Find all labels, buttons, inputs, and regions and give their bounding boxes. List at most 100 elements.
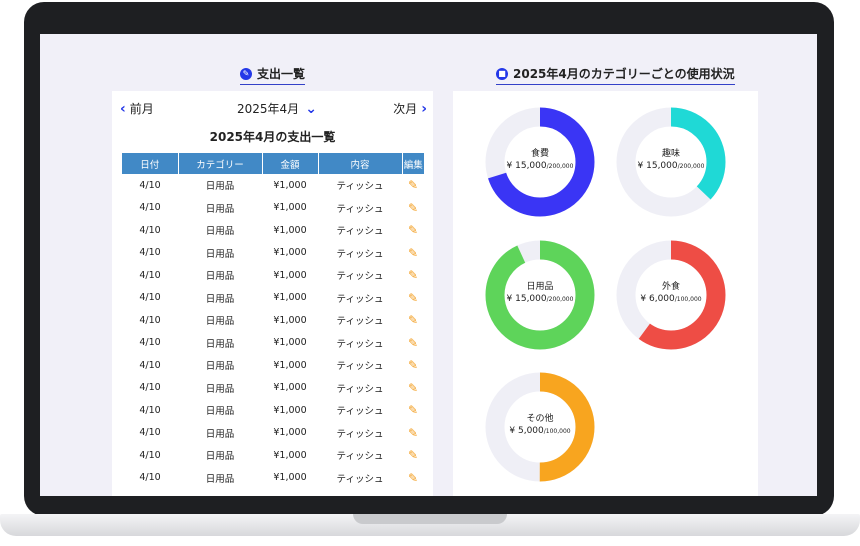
edit-button[interactable]: ✎	[402, 242, 424, 265]
pencil-icon: ✎	[407, 335, 419, 350]
expense-list-panel: ‹ 前月 2025年4月 ⌄ 次月 › 2025年4月の支出一覧 日付 カテゴリー…	[112, 91, 433, 496]
amount-cell: ¥1,000	[273, 292, 307, 304]
description-cell: ティッシュ	[336, 406, 384, 418]
expense-table-body: 4/10 日用品 ¥1,000 ティッシュ ✎ 4/10 日用品 ¥1,000 ティッシュ ✎ 4/…	[122, 174, 424, 489]
edit-button[interactable]: ✎	[402, 399, 424, 422]
pencil-icon: ✎	[407, 223, 419, 238]
category-donut: その他 ¥ 5,000/100,000	[484, 371, 596, 483]
amount-cell: ¥1,000	[273, 472, 307, 484]
pencil-icon: ✎	[407, 178, 419, 193]
budget-amount: /100,000	[674, 296, 702, 303]
description-cell: ティッシュ	[336, 271, 384, 283]
chevron-left-icon: ‹	[120, 100, 126, 117]
spent-amount: ¥ 15,000	[637, 161, 678, 171]
table-row: 4/10 日用品 ¥1,000 ティッシュ ✎	[122, 174, 424, 197]
category-usage-panel: 食費 ¥ 15,000/200,000 趣味 ¥ 15,000/200,000 日用品 ¥…	[453, 91, 758, 496]
spent-amount: ¥ 15,000	[506, 294, 547, 304]
edit-button[interactable]: ✎	[402, 219, 424, 242]
description-cell: ティッシュ	[336, 451, 384, 463]
prev-month-button[interactable]: ‹ 前月	[120, 100, 154, 117]
table-header-cell: 内容	[318, 153, 403, 174]
table-header-cell: 日付	[122, 153, 179, 174]
table-row: 4/10 日用品 ¥1,000 ティッシュ ✎	[122, 467, 424, 490]
amount-cell: ¥1,000	[273, 449, 307, 461]
month-selector[interactable]: 2025年4月 ⌄	[237, 100, 317, 117]
edit-button[interactable]: ✎	[402, 422, 424, 445]
edit-button[interactable]: ✎	[402, 377, 424, 400]
category-cell: 日用品	[205, 406, 235, 418]
pencil-icon: ✎	[407, 290, 419, 305]
category-cell: 日用品	[205, 316, 235, 328]
category-name: 外食	[661, 282, 680, 292]
category-amount: ¥ 15,000/200,000	[615, 161, 727, 171]
table-row: 4/10 日用品 ¥1,000 ティッシュ ✎	[122, 287, 424, 310]
spent-amount: ¥ 6,000	[640, 294, 675, 304]
category-cell: 日用品	[205, 203, 235, 215]
pencil-icon: ✎	[407, 268, 419, 283]
category-cell: 日用品	[205, 338, 235, 350]
amount-cell: ¥1,000	[273, 404, 307, 416]
category-cell: 日用品	[205, 226, 235, 238]
edit-button[interactable]: ✎	[402, 174, 424, 197]
description-cell: ティッシュ	[336, 316, 384, 328]
category-name: 食費	[530, 149, 549, 159]
category-name: 日用品	[526, 282, 554, 292]
category-usage-title-text: 2025年4月のカテゴリーごとの使用状況	[513, 67, 735, 81]
date-cell: 4/10	[139, 314, 161, 326]
category-cell: 日用品	[205, 248, 235, 260]
pencil-icon: ✎	[407, 403, 419, 418]
prev-month-label: 前月	[129, 102, 154, 116]
edit-button[interactable]: ✎	[402, 264, 424, 287]
pencil-icon: ✎	[407, 313, 419, 328]
table-row: 4/10 日用品 ¥1,000 ティッシュ ✎	[122, 264, 424, 287]
category-amount: ¥ 6,000/100,000	[615, 294, 727, 304]
date-cell: 4/10	[139, 382, 161, 394]
edit-button[interactable]: ✎	[402, 197, 424, 220]
amount-cell: ¥1,000	[273, 179, 307, 191]
edit-button[interactable]: ✎	[402, 287, 424, 310]
date-cell: 4/10	[139, 247, 161, 259]
amount-cell: ¥1,000	[273, 247, 307, 259]
category-cell: 日用品	[205, 451, 235, 463]
category-donut: 食費 ¥ 15,000/200,000	[484, 106, 596, 218]
edit-button[interactable]: ✎	[402, 467, 424, 490]
spent-amount: ¥ 5,000	[509, 426, 544, 436]
edit-button[interactable]: ✎	[402, 354, 424, 377]
table-header-cell: 編集	[402, 153, 424, 174]
table-row: 4/10 日用品 ¥1,000 ティッシュ ✎	[122, 399, 424, 422]
amount-cell: ¥1,000	[273, 337, 307, 349]
budget-amount: /200,000	[546, 296, 574, 303]
edit-button[interactable]: ✎	[402, 444, 424, 467]
table-row: 4/10 日用品 ¥1,000 ティッシュ ✎	[122, 444, 424, 467]
table-header-cell: カテゴリー	[178, 153, 263, 174]
category-cell: 日用品	[205, 428, 235, 440]
amount-cell: ¥1,000	[273, 314, 307, 326]
date-cell: 4/10	[139, 337, 161, 349]
next-month-label: 次月	[393, 102, 418, 116]
table-header-row: 日付 カテゴリー 金額 内容 編集	[122, 153, 424, 174]
description-cell: ティッシュ	[336, 203, 384, 215]
date-cell: 4/10	[139, 472, 161, 484]
edit-button[interactable]: ✎	[402, 309, 424, 332]
table-row: 4/10 日用品 ¥1,000 ティッシュ ✎	[122, 219, 424, 242]
table-row: 4/10 日用品 ¥1,000 ティッシュ ✎	[122, 354, 424, 377]
category-amount: ¥ 5,000/100,000	[484, 426, 596, 436]
description-cell: ティッシュ	[336, 181, 384, 193]
description-cell: ティッシュ	[336, 293, 384, 305]
expense-list-title-text: 支出一覧	[257, 67, 306, 81]
app-screen: ✎ 支出一覧 ■ 2025年4月のカテゴリーごとの使用状況 ‹ 前月 2025年…	[40, 34, 817, 496]
description-cell: ティッシュ	[336, 428, 384, 440]
current-month-label: 2025年4月	[237, 102, 300, 116]
next-month-button[interactable]: 次月 ›	[393, 100, 427, 117]
category-cell: 日用品	[205, 473, 235, 485]
spent-amount: ¥ 15,000	[506, 161, 547, 171]
date-cell: 4/10	[139, 292, 161, 304]
date-cell: 4/10	[139, 269, 161, 281]
description-cell: ティッシュ	[336, 338, 384, 350]
laptop-notch	[353, 514, 507, 524]
category-amount: ¥ 15,000/200,000	[484, 161, 596, 171]
date-cell: 4/10	[139, 179, 161, 191]
edit-button[interactable]: ✎	[402, 332, 424, 355]
expense-list-section-title: ✎ 支出一覧	[240, 65, 306, 85]
chevron-down-icon: ⌄	[305, 100, 317, 117]
